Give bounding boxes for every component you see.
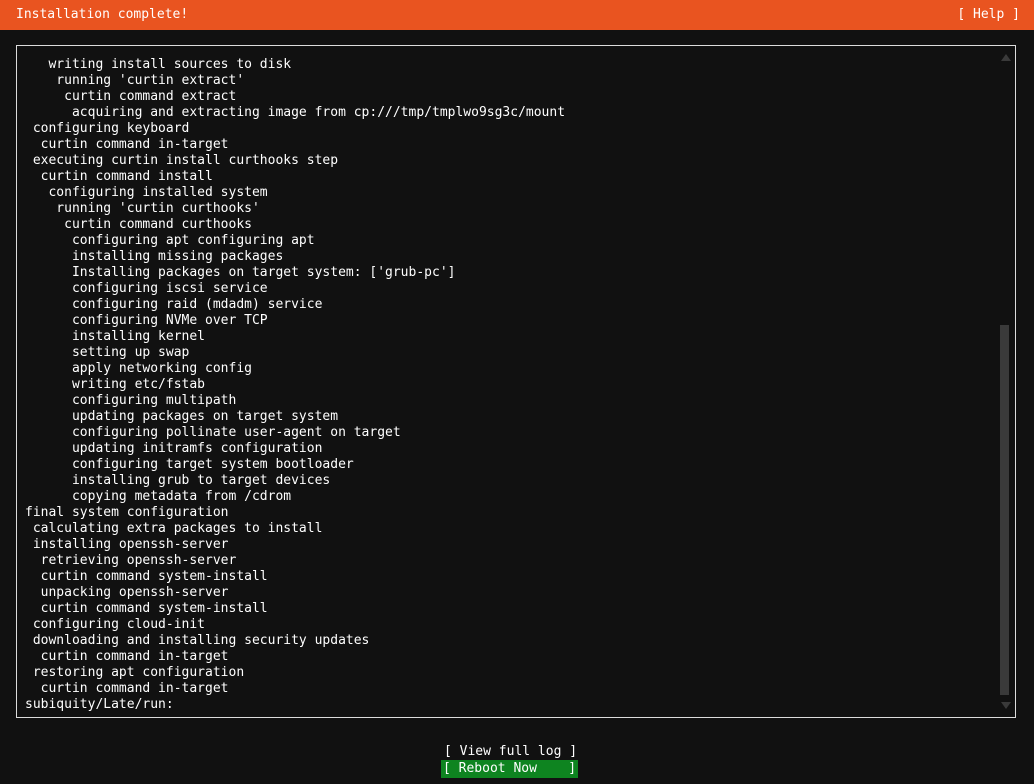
log-line: configuring target system bootloader (25, 457, 985, 473)
log-line: curtin command system-install (25, 601, 985, 617)
log-line: updating packages on target system (25, 409, 985, 425)
log-line: calculating extra packages to install (25, 521, 985, 537)
log-line: final system configuration (25, 505, 985, 521)
log-line: configuring installed system (25, 185, 985, 201)
log-line: installing kernel (25, 329, 985, 345)
log-line: curtin command in-target (25, 681, 985, 697)
log-line: unpacking openssh-server (25, 585, 985, 601)
log-line: executing curtin install curthooks step (25, 153, 985, 169)
log-line: writing etc/fstab (25, 377, 985, 393)
log-line: apply networking config (25, 361, 985, 377)
log-line: configuring NVMe over TCP (25, 313, 985, 329)
log-line: curtin command install (25, 169, 985, 185)
log-line: installing openssh-server (25, 537, 985, 553)
log-line: curtin command system-install (25, 569, 985, 585)
log-line: acquiring and extracting image from cp:/… (25, 105, 985, 121)
log-line: Installing packages on target system: ['… (25, 265, 985, 281)
log-line: curtin command curthooks (25, 217, 985, 233)
log-line: writing install sources to disk (25, 57, 985, 73)
log-line: running 'curtin extract' (25, 73, 985, 89)
page-title: Installation complete! (16, 7, 188, 23)
triangle-up-icon[interactable] (1001, 54, 1011, 61)
footer-button-group: [ View full log ] [ Reboot Now ] (0, 740, 1034, 784)
log-line: retrieving openssh-server (25, 553, 985, 569)
log-line: curtin command in-target (25, 649, 985, 665)
log-line: curtin command in-target (25, 137, 985, 153)
log-line: configuring iscsi service (25, 281, 985, 297)
view-full-log-button[interactable]: [ View full log ] (444, 744, 577, 760)
log-line: configuring cloud-init (25, 617, 985, 633)
log-line: configuring raid (mdadm) service (25, 297, 985, 313)
help-button[interactable]: [ Help ] (957, 7, 1020, 23)
log-line: setting up swap (25, 345, 985, 361)
log-line: subiquity/Late/run: (25, 697, 985, 713)
log-line: configuring pollinate user-agent on targ… (25, 425, 985, 441)
triangle-down-icon[interactable] (1001, 702, 1011, 709)
log-line: configuring multipath (25, 393, 985, 409)
log-line: copying metadata from /cdrom (25, 489, 985, 505)
log-line: configuring keyboard (25, 121, 985, 137)
install-log-panel: writing install sources to disk running … (16, 45, 1016, 718)
log-line: running 'curtin curthooks' (25, 201, 985, 217)
install-log-lines: writing install sources to disk running … (25, 57, 985, 713)
log-panel-right-border (1015, 45, 1016, 718)
log-line: installing missing packages (25, 249, 985, 265)
log-line: restoring apt configuration (25, 665, 985, 681)
scrollbar-thumb[interactable] (1000, 325, 1009, 695)
log-scrollbar[interactable] (999, 46, 1013, 717)
log-line: configuring apt configuring apt (25, 233, 985, 249)
log-line: installing grub to target devices (25, 473, 985, 489)
log-line: curtin command extract (25, 89, 985, 105)
log-line: downloading and installing security upda… (25, 633, 985, 649)
header-bar: Installation complete! [ Help ] (0, 0, 1034, 30)
reboot-now-button[interactable]: [ Reboot Now ] (441, 760, 578, 778)
log-line: updating initramfs configuration (25, 441, 985, 457)
